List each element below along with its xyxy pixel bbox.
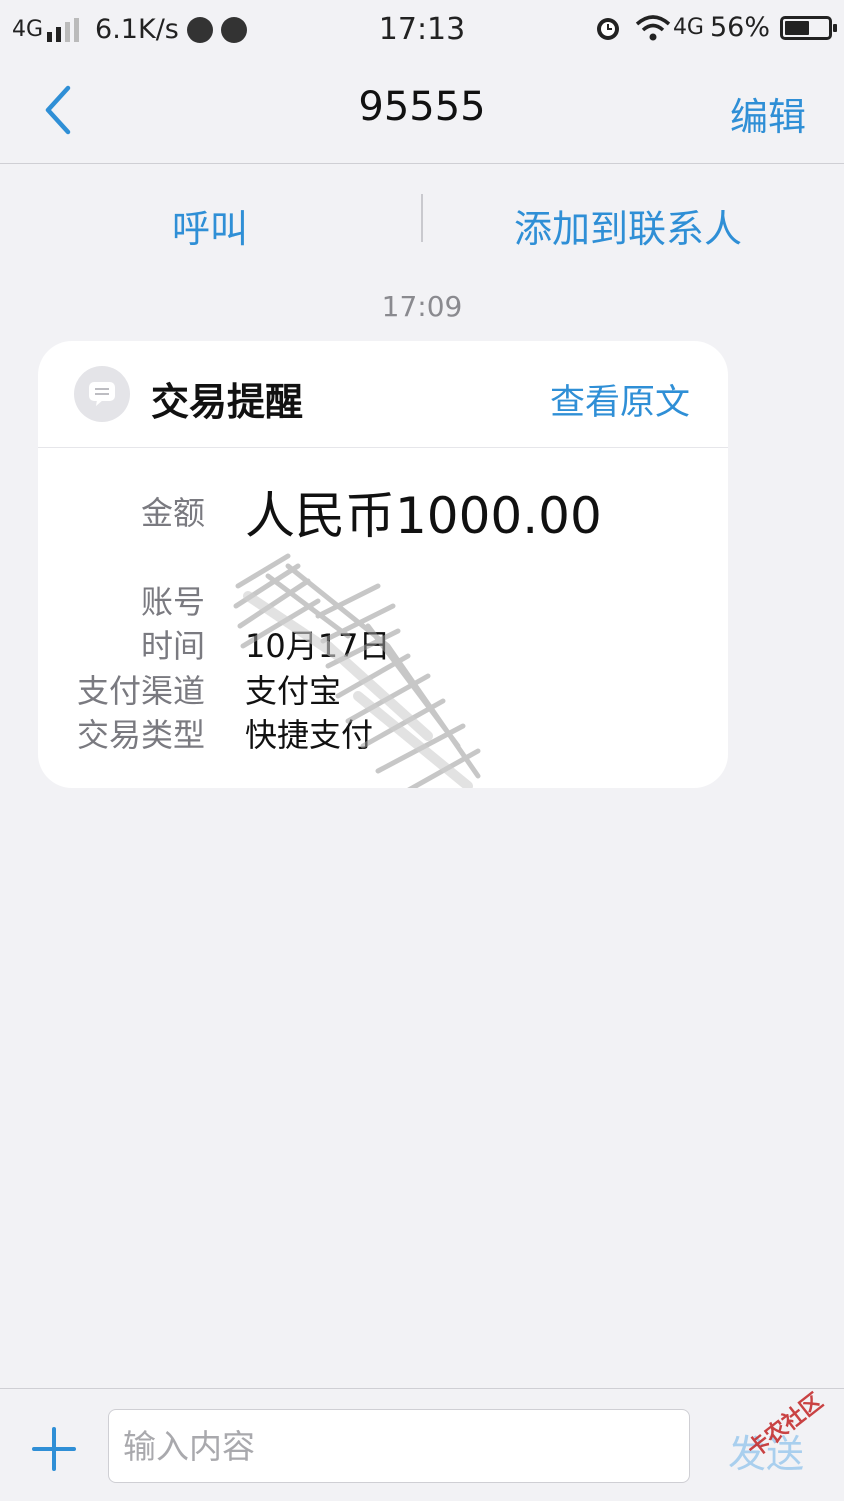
contact-actions: 呼叫 添加到联系人 (0, 164, 844, 274)
card-title: 交易提醒 (151, 380, 304, 424)
type-label: 交易类型 (76, 716, 205, 754)
call-button[interactable]: 呼叫 (172, 198, 248, 253)
message-input[interactable] (108, 1409, 690, 1483)
time-label: 时间 (140, 627, 205, 665)
time-value: 10月17日 (245, 627, 391, 665)
battery-icon (780, 15, 837, 40)
send-button[interactable]: 发送 (728, 1423, 804, 1478)
message-icon (74, 366, 130, 422)
transaction-card: 交易提醒 查看原文 金额 人民币1000.00 账号 时间 10月17日 支付渠… (38, 341, 728, 788)
wifi-icon (635, 14, 671, 40)
edit-button[interactable]: 编辑 (730, 86, 806, 141)
view-original-link[interactable]: 查看原文 (550, 374, 690, 425)
alarm-icon (596, 17, 619, 40)
add-attachment-button[interactable] (30, 1425, 78, 1473)
channel-label: 支付渠道 (76, 672, 205, 710)
amount-label: 金额 (140, 494, 205, 532)
status-bar: 4G 6.1K/s 17:13 4G 56% (0, 0, 844, 58)
navigation-bar: 95555 编辑 (0, 58, 844, 164)
type-value: 快捷支付 (245, 716, 374, 754)
plus-icon (32, 1427, 76, 1471)
add-contact-button[interactable]: 添加到联系人 (514, 198, 742, 253)
amount-value: 人民币1000.00 (245, 487, 602, 545)
conversation-title: 95555 (358, 84, 486, 130)
account-label: 账号 (140, 583, 205, 621)
status-right: 4G 56% (593, 12, 837, 43)
composer-bar: 发送 (0, 1388, 844, 1501)
card-header: 交易提醒 查看原文 (38, 341, 728, 448)
message-timestamp: 17:09 (381, 290, 463, 323)
battery-percent: 56% (709, 12, 770, 43)
mobile-data-type: 4G (672, 15, 704, 40)
action-divider (421, 194, 423, 242)
channel-value: 支付宝 (245, 672, 342, 710)
